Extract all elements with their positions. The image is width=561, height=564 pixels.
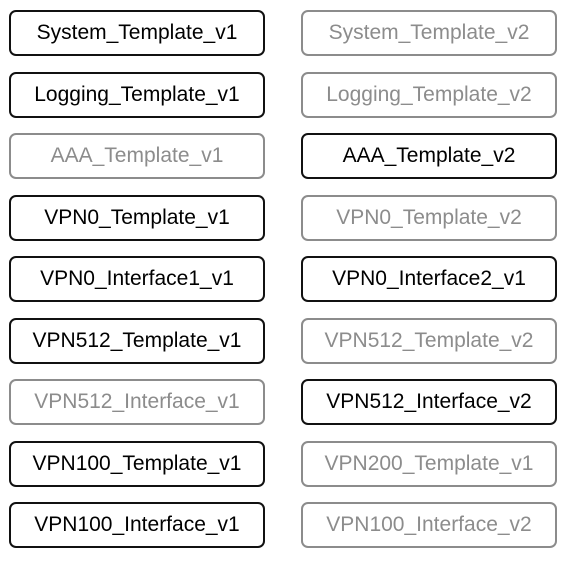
template-vpn0-interface2-v1[interactable]: VPN0_Interface2_v1 — [301, 256, 557, 302]
template-system-v1[interactable]: System_Template_v1 — [9, 10, 265, 56]
template-system-v2[interactable]: System_Template_v2 — [301, 10, 557, 56]
template-logging-v2[interactable]: Logging_Template_v2 — [301, 71, 557, 118]
template-vpn100-interface-v1[interactable]: VPN100_Interface_v1 — [9, 502, 265, 548]
template-vpn100-v1[interactable]: VPN100_Template_v1 — [9, 440, 265, 487]
template-aaa-v2[interactable]: AAA_Template_v2 — [301, 133, 557, 179]
template-logging-v1[interactable]: Logging_Template_v1 — [9, 71, 265, 118]
template-vpn0-interface1-v1[interactable]: VPN0_Interface1_v1 — [9, 256, 265, 302]
template-vpn512-interface-v1[interactable]: VPN512_Interface_v1 — [9, 379, 265, 425]
template-column-v2: System_Template_v2 Logging_Template_v2 A… — [301, 10, 557, 564]
template-vpn0-v1[interactable]: VPN0_Template_v1 — [9, 194, 265, 241]
template-vpn512-v1[interactable]: VPN512_Template_v1 — [9, 317, 265, 364]
template-aaa-v1[interactable]: AAA_Template_v1 — [9, 133, 265, 179]
template-vpn512-interface-v2[interactable]: VPN512_Interface_v2 — [301, 379, 557, 425]
template-vpn512-v2[interactable]: VPN512_Template_v2 — [301, 317, 557, 364]
template-column-v1: System_Template_v1 Logging_Template_v1 A… — [9, 10, 265, 564]
template-vpn100-interface-v2[interactable]: VPN100_Interface_v2 — [301, 502, 557, 548]
template-vpn0-v2[interactable]: VPN0_Template_v2 — [301, 194, 557, 241]
template-vpn200-v1[interactable]: VPN200_Template_v1 — [301, 440, 557, 487]
